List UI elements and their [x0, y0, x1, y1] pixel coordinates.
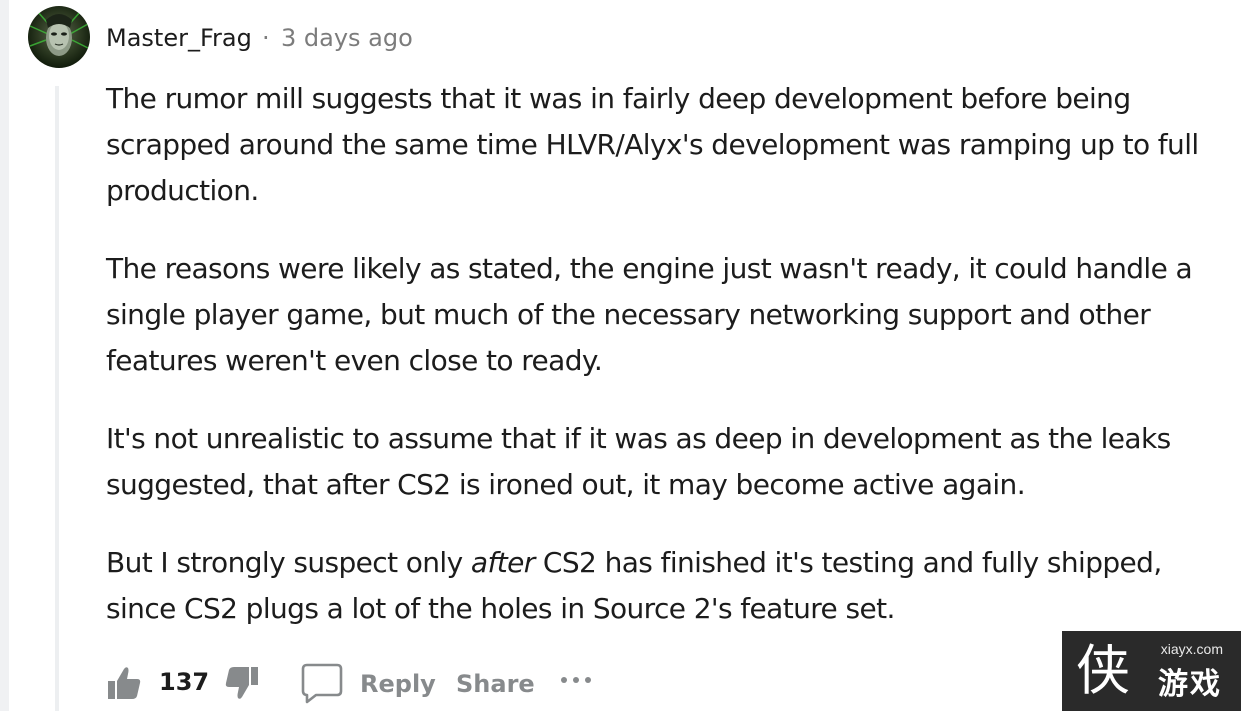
comment-paragraph: It's not unrealistic to assume that if i… [106, 422, 1171, 501]
comment-bubble-icon [301, 663, 343, 704]
comment-paragraph: The rumor mill suggests that it was in f… [106, 82, 1199, 207]
emphasis-text: after [470, 546, 535, 579]
comment-author[interactable]: Master_Frag [106, 22, 252, 54]
avatar[interactable] [28, 6, 90, 68]
reply-label: Reply [360, 670, 436, 698]
downvote-icon [225, 667, 258, 699]
more-options-button[interactable] [558, 670, 598, 690]
paragraph-text: But I strongly suspect only [106, 546, 471, 579]
watermark-site: xiayx.com [1160, 641, 1223, 657]
comment-timestamp[interactable]: 3 days ago [281, 22, 413, 54]
thread-collapse-line[interactable] [55, 86, 59, 711]
more-options-icon [561, 677, 591, 683]
vote-score: 137 [159, 668, 210, 696]
watermark-logo: 侠 [1076, 639, 1130, 702]
upvote-icon [108, 667, 141, 699]
comment-paragraph: The reasons were likely as stated, the e… [106, 252, 1193, 377]
upvote-button[interactable] [104, 663, 144, 703]
comment-paragraph: But I strongly suspect only after CS2 ha… [106, 540, 1206, 632]
downvote-button[interactable] [222, 663, 262, 703]
avatar-face-icon [29, 11, 89, 56]
comment-page: Master_Frag · 3 days ago The rumor mill … [0, 0, 1241, 711]
share-button[interactable]: Share [456, 668, 535, 700]
watermark-name: 游戏 [1158, 667, 1222, 702]
left-gutter [0, 0, 9, 711]
comment-actions-bar: 137 Reply Share [104, 660, 664, 706]
comment-body: The rumor mill suggests that it was in f… [106, 76, 1206, 632]
site-watermark: xiayx.com 侠 游戏 [1062, 631, 1241, 711]
meta-separator: · [262, 24, 270, 52]
